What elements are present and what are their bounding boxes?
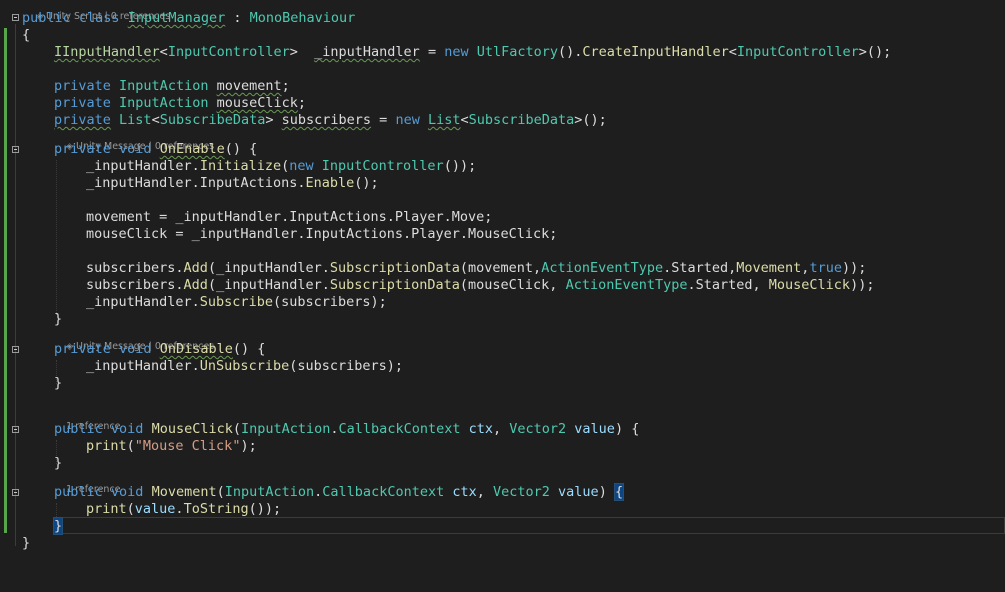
code-line-subscribers-field[interactable]: private List<SubscribeData> subscribers …	[0, 112, 1005, 129]
code-line-open-brace[interactable]: {	[0, 27, 1005, 44]
code-line-mouseclick-decl[interactable]: public void MouseClick(InputAction.Callb…	[0, 421, 1005, 438]
code-line-oe-enable[interactable]: _inputHandler.InputActions.Enable();	[0, 175, 1005, 192]
code-line-od-unsubscribe[interactable]: _inputHandler.UnSubscribe(subscribers);	[0, 358, 1005, 375]
code-line-movement-field[interactable]: private InputAction movement;	[0, 78, 1005, 95]
code-line-oe-mouseclick-assign[interactable]: mouseClick = _inputHandler.InputActions.…	[0, 226, 1005, 243]
code-line-oe-subscribe[interactable]: _inputHandler.Subscribe(subscribers);	[0, 294, 1005, 311]
code-line-movement-decl[interactable]: public void Movement(InputAction.Callbac…	[0, 483, 1005, 501]
code-line-od-close[interactable]: }	[0, 375, 1005, 392]
code-line-oe-close[interactable]: }	[0, 311, 1005, 328]
code-line-mouseclick-field[interactable]: private InputAction mouseClick;	[0, 95, 1005, 112]
code-line-oe-movement-assign[interactable]: movement = _inputHandler.InputActions.Pl…	[0, 209, 1005, 226]
code-line-mv-close[interactable]: }	[0, 517, 1005, 535]
code-line-mc-print[interactable]: print("Mouse Click");	[0, 438, 1005, 455]
code-line-class-decl[interactable]: public class InputManager : MonoBehaviou…	[0, 10, 1005, 27]
brace-match-highlight: }	[52, 517, 64, 535]
code-line-ondisable-decl[interactable]: private void OnDisable() {	[0, 341, 1005, 358]
code-line-final-close[interactable]: }	[0, 535, 1005, 552]
code-line-mc-close[interactable]: }	[0, 455, 1005, 472]
code-line-oe-initialize[interactable]: _inputHandler.Initialize(new InputContro…	[0, 158, 1005, 175]
brace-match-highlight: {	[613, 483, 625, 501]
code-line-input-handler-field[interactable]: IInputHandler<InputController> _inputHan…	[0, 44, 1005, 61]
code-line-mv-print[interactable]: print(value.ToString());	[0, 501, 1005, 518]
code-line-oe-add-movement[interactable]: subscribers.Add(_inputHandler.Subscripti…	[0, 260, 1005, 277]
code-editor[interactable]: ◈ Unity Script | 0 references public clas…	[0, 0, 1005, 558]
code-line-onenable-decl[interactable]: private void OnEnable() {	[0, 141, 1005, 158]
code-line-oe-add-mouseclick[interactable]: subscribers.Add(_inputHandler.Subscripti…	[0, 277, 1005, 294]
